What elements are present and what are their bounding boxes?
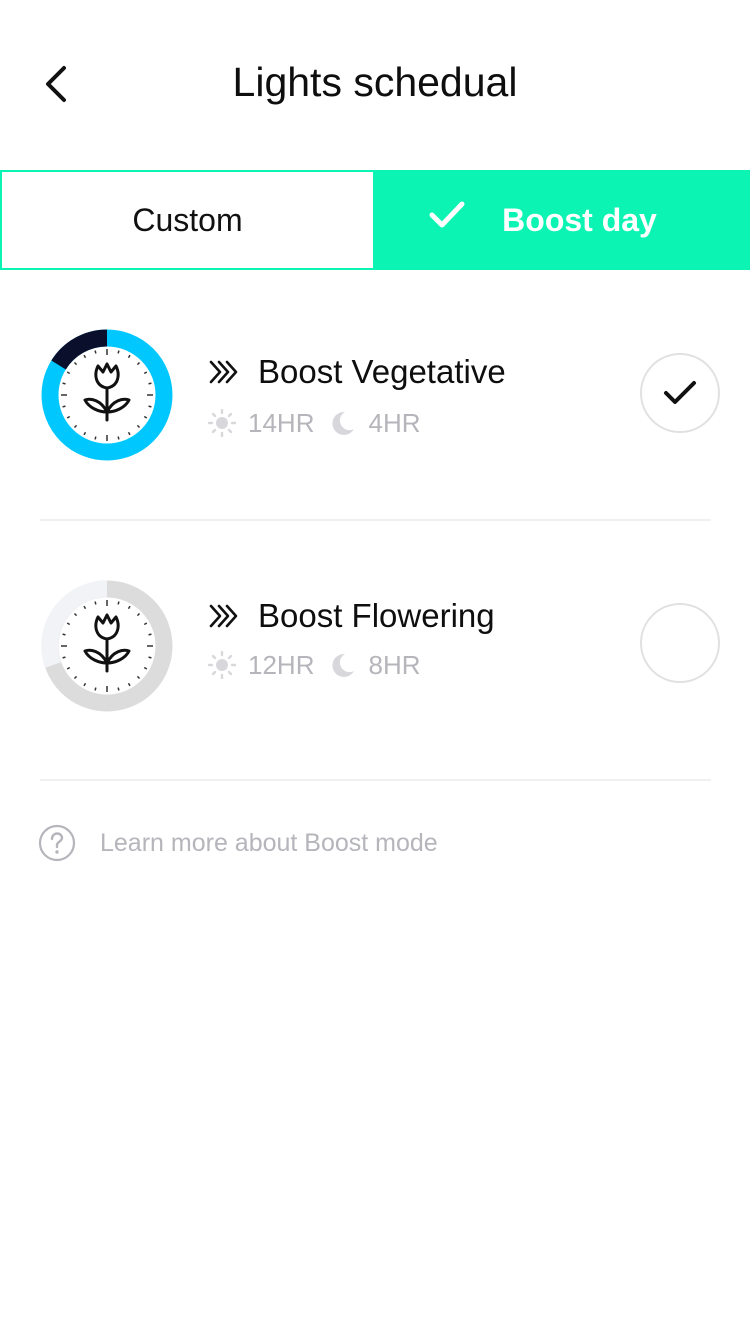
dial-tick (94, 436, 97, 440)
select-radio-checked[interactable] (640, 353, 720, 433)
check-icon (429, 201, 465, 228)
light-cycle-dial (41, 580, 173, 712)
schedule-name: Boost Vegetative (258, 353, 506, 390)
divider (40, 779, 711, 781)
page-title: Lights schedual (232, 59, 518, 105)
light-cycle-dial (41, 329, 173, 461)
dial-tick (94, 601, 97, 605)
light-hours: 14HR (248, 407, 315, 438)
dial-tick (94, 687, 97, 691)
moon-icon (332, 411, 355, 435)
learn-more-link[interactable]: Learn more about Boost mode (38, 824, 438, 862)
mode-tabs: Custom Boost day (0, 170, 750, 270)
boost-chevrons-icon (209, 604, 238, 628)
dial-tick (148, 656, 152, 659)
dial-tick (62, 633, 66, 636)
schedule-row-flowering[interactable]: Boost Flowering 12HR 8HR (0, 520, 750, 770)
header: Lights schedual (0, 0, 750, 170)
sun-icon (208, 651, 236, 679)
schedule-row-vegetative[interactable]: Boost Vegetative 14HR 4HR (0, 270, 750, 520)
dial-tick (62, 382, 66, 385)
dial-tick (94, 350, 97, 354)
dark-hours: 4HR (368, 407, 421, 438)
tab-boost-day-label: Boost day (502, 201, 657, 238)
moon-icon (332, 653, 355, 677)
select-radio-unchecked[interactable] (640, 603, 720, 683)
schedule-name: Boost Flowering (258, 597, 495, 634)
tab-custom-label: Custom (132, 201, 243, 238)
check-icon (664, 381, 696, 404)
tab-custom[interactable]: Custom (0, 170, 375, 270)
dial-tick (62, 656, 66, 659)
light-hours: 12HR (248, 649, 315, 680)
dial-tick (117, 601, 120, 605)
sun-icon (208, 409, 236, 437)
learn-more-text: Learn more about Boost mode (100, 828, 438, 857)
tab-boost-day[interactable]: Boost day (375, 170, 750, 270)
dial-tick (148, 405, 152, 408)
dial-tick (117, 436, 120, 440)
dial-tick (148, 382, 152, 385)
dial-tick (117, 687, 120, 691)
dial-tick (148, 633, 152, 636)
boost-chevrons-icon (209, 360, 238, 384)
dark-hours: 8HR (368, 649, 421, 680)
help-circle-icon (38, 824, 76, 862)
dial-tick (62, 405, 66, 408)
dial-tick (117, 350, 120, 354)
